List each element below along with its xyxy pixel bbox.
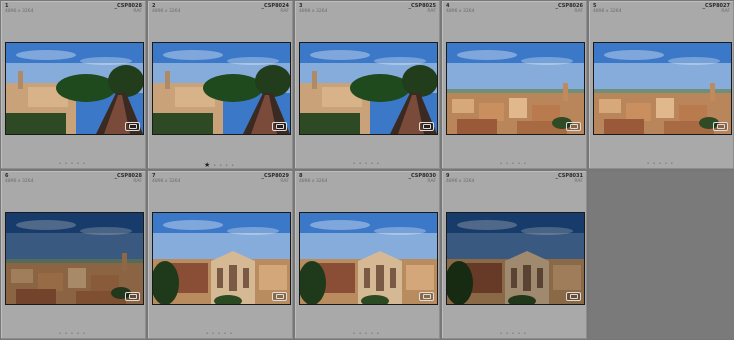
photo-thumbnail[interactable] [152,212,291,305]
develop-adjustments-icon[interactable] [125,292,140,301]
image-dimensions: 4896 x 3264 [299,179,328,184]
develop-adjustments-icon[interactable] [419,122,434,131]
photo-grid-cell[interactable]: 8 4896 x 3264 _CSP8030 RAF ••••• [295,171,440,339]
star-rating[interactable]: ••••• [148,331,293,337]
file-type: RAF [427,9,436,14]
file-type: RAF [574,9,583,14]
star-empty-dot-icon[interactable]: • [376,161,382,167]
image-dimensions: 4896 x 3264 [152,9,181,14]
star-rating[interactable]: ••••• [295,331,440,337]
develop-adjustments-icon[interactable] [272,292,287,301]
image-dimensions: 4896 x 3264 [152,179,181,184]
file-type: RAF [427,179,436,184]
photo-thumbnail[interactable] [5,42,144,135]
photo-thumbnail[interactable] [299,212,438,305]
develop-adjustments-icon[interactable] [125,122,140,131]
star-empty-dot-icon[interactable]: • [523,161,529,167]
empty-grid-cell [589,171,734,339]
photo-grid-cell[interactable]: 5 4896 x 3264 _CSP8027 RAF ••••• [589,1,734,169]
image-dimensions: 4896 x 3264 [5,179,34,184]
star-empty-dot-icon[interactable]: • [82,161,88,167]
star-rating[interactable]: ••••• [589,161,734,167]
photo-grid-cell[interactable]: 9 4896 x 3264 _CSP8031 RAF ••••• [442,171,587,339]
star-rating[interactable]: ••••• [1,331,146,337]
filmstrip-grid: 1 4896 x 3264 _CSP8028 RAF ••••• 2 4896 x 326… [0,0,734,340]
image-dimensions: 4896 x 3264 [299,9,328,14]
photo-thumbnail[interactable] [152,42,291,135]
image-dimensions: 4896 x 3264 [446,9,475,14]
star-empty-dot-icon[interactable]: • [229,331,235,337]
photo-thumbnail[interactable] [299,42,438,135]
star-filled-icon[interactable]: ★ [204,161,213,169]
photo-thumbnail[interactable] [593,42,732,135]
file-type: RAF [721,9,730,14]
develop-adjustments-icon[interactable] [419,292,434,301]
star-rating[interactable]: ••••• [1,161,146,167]
image-dimensions: 4896 x 3264 [593,9,622,14]
file-type: RAF [280,9,289,14]
develop-adjustments-icon[interactable] [713,122,728,131]
star-empty-dot-icon[interactable]: • [231,163,237,169]
develop-adjustments-icon[interactable] [566,292,581,301]
photo-grid-cell[interactable]: 2 4896 x 3264 _CSP8024 RAF ★•••• [148,1,293,169]
develop-adjustments-icon[interactable] [566,122,581,131]
photo-grid-cell[interactable]: 6 4896 x 3264 _CSP8028 RAF ••••• [1,171,146,339]
star-empty-dot-icon[interactable]: • [82,331,88,337]
photo-thumbnail[interactable] [446,212,585,305]
photo-grid-cell[interactable]: 4 4896 x 3264 _CSP8026 RAF ••••• [442,1,587,169]
image-dimensions: 4896 x 3264 [446,179,475,184]
star-rating[interactable]: ★•••• [148,161,293,169]
photo-thumbnail[interactable] [5,212,144,305]
star-empty-dot-icon[interactable]: • [670,161,676,167]
develop-adjustments-icon[interactable] [272,122,287,131]
file-type: RAF [133,9,142,14]
file-type: RAF [133,179,142,184]
file-type: RAF [574,179,583,184]
star-rating[interactable]: ••••• [442,331,587,337]
file-type: RAF [280,179,289,184]
star-rating[interactable]: ••••• [442,161,587,167]
photo-grid-cell[interactable]: 1 4896 x 3264 _CSP8028 RAF ••••• [1,1,146,169]
star-empty-dot-icon[interactable]: • [523,331,529,337]
photo-thumbnail[interactable] [446,42,585,135]
photo-grid-cell[interactable]: 3 4896 x 3264 _CSP8025 RAF ••••• [295,1,440,169]
photo-grid-cell[interactable]: 7 4896 x 3264 _CSP8029 RAF ••••• [148,171,293,339]
star-rating[interactable]: ••••• [295,161,440,167]
star-empty-dot-icon[interactable]: • [376,331,382,337]
image-dimensions: 4896 x 3264 [5,9,34,14]
